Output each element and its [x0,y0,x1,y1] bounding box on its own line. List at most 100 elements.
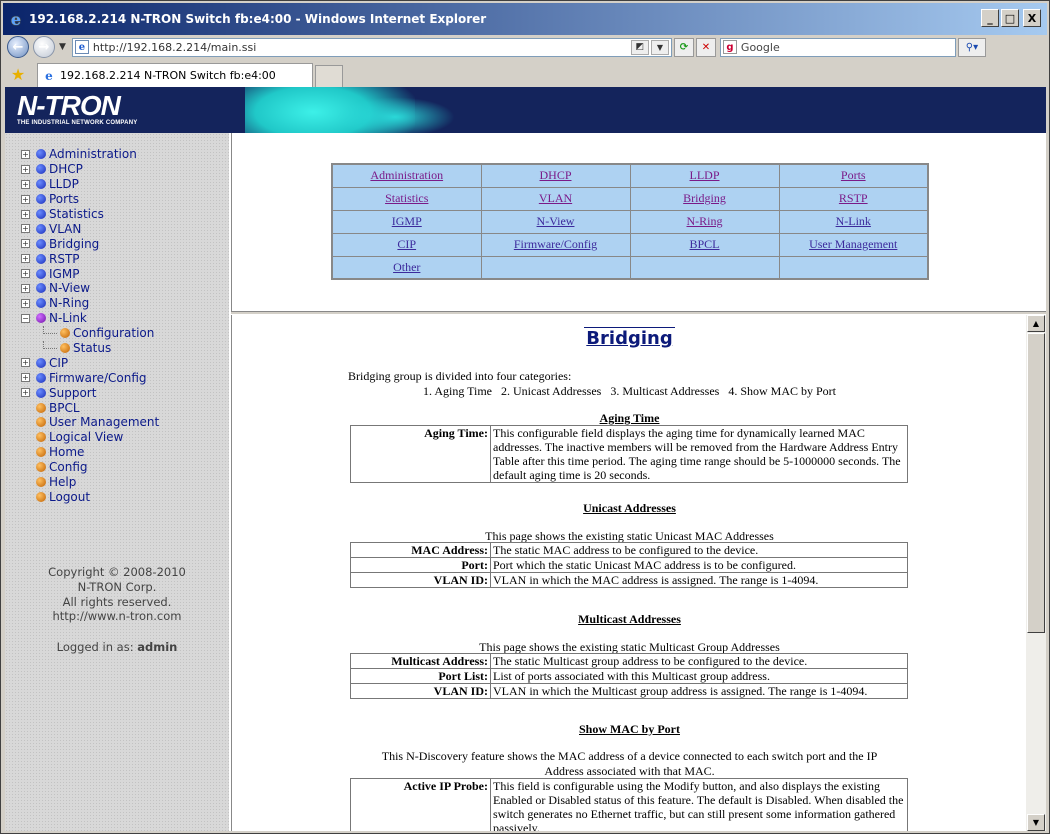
sidebar-item-help[interactable]: Help [21,475,159,490]
sidebar-item-label: Configuration [73,326,155,341]
expand-icon[interactable]: + [21,269,30,279]
nav-link-rstp[interactable]: RSTP [839,191,868,205]
sidebar-item-n-view[interactable]: + N-View [21,281,159,296]
sidebar-item-user-management[interactable]: User Management [21,415,159,430]
expand-icon[interactable]: + [21,224,30,234]
page-icon: e [74,40,89,54]
purple-bullet-icon [36,313,46,324]
back-button[interactable]: ← [7,36,29,58]
expand-icon[interactable]: + [21,298,30,308]
sidebar-item-label: RSTP [49,251,80,266]
maximize-button[interactable]: □ [1001,9,1019,27]
expand-icon[interactable]: + [21,239,30,249]
vertical-scrollbar[interactable]: ▲ ▼ [1026,315,1046,831]
expand-icon[interactable]: + [21,194,30,204]
nav-link-n-ring[interactable]: N-Ring [687,214,723,228]
categories-text: 1. Aging Time 2. Unicast Addresses 3. Mu… [422,384,836,398]
blue-bullet-icon [36,387,46,398]
banner-graphic-2 [335,97,455,133]
scroll-down-button[interactable]: ▼ [1027,814,1045,831]
unicast-heading: Unicast Addresses [583,501,676,515]
scroll-up-button[interactable]: ▲ [1027,315,1045,332]
compatibility-icon[interactable]: ◩ [630,39,649,55]
forward-button[interactable]: → [33,36,55,58]
nav-link-bridging[interactable]: Bridging [683,191,726,205]
expand-icon[interactable]: + [21,209,30,219]
search-input[interactable]: g Google [719,37,956,57]
nav-link-igmp[interactable]: IGMP [392,214,422,228]
sidebar-item-igmp[interactable]: + IGMP [21,266,159,281]
nav-link-statistics[interactable]: Statistics [385,191,428,205]
sidebar-item-ports[interactable]: + Ports [21,192,159,207]
sidebar-item-n-ring[interactable]: + N-Ring [21,296,159,311]
sidebar-item-vlan[interactable]: + VLAN [21,221,159,236]
minimize-button[interactable]: _ [981,9,999,27]
nav-cell: BPCL [629,232,780,257]
forward-arrow-icon: → [38,39,50,55]
sidebar-item-bpcl[interactable]: BPCL [21,400,159,415]
showmac-heading: Show MAC by Port [579,722,680,736]
sidebar-item-administration[interactable]: + Administration [21,147,159,162]
nav-link-cip[interactable]: CIP [397,237,416,251]
sidebar-item-logout[interactable]: Logout [21,489,159,504]
page-title: Bridging [584,327,675,349]
tab-label: 192.168.2.214 N-TRON Switch fb:e4:00 [60,69,276,82]
sidebar-item-cip[interactable]: + CIP [21,355,159,370]
expand-icon[interactable]: + [21,388,30,398]
close-button[interactable]: X [1023,9,1041,27]
sidebar-item-statistics[interactable]: + Statistics [21,207,159,222]
sidebar-item-dhcp[interactable]: + DHCP [21,162,159,177]
sidebar-item-logical-view[interactable]: Logical View [21,430,159,445]
sidebar-item-lldp[interactable]: + LLDP [21,177,159,192]
nav-link-ports[interactable]: Ports [841,168,866,182]
collapse-icon[interactable]: − [21,313,30,323]
address-dropdown-icon[interactable]: ▼ [650,39,669,55]
browser-tab[interactable]: e 192.168.2.214 N-TRON Switch fb:e4:00 [37,63,313,87]
stop-button[interactable]: ✕ [695,37,716,57]
nav-link-bpcl[interactable]: BPCL [689,237,719,251]
expand-icon[interactable]: + [21,254,30,264]
search-button[interactable]: ⚲▾ [957,37,986,57]
expand-icon[interactable]: + [21,149,30,159]
nav-link-n-link[interactable]: N-Link [836,214,871,228]
sidebar-item-firmware-config[interactable]: + Firmware/Config [21,370,159,385]
expand-icon[interactable]: + [21,164,30,174]
expand-icon[interactable]: + [21,373,30,383]
refresh-button[interactable]: ⟳ [673,37,694,57]
sidebar-item-home[interactable]: Home [21,445,159,460]
expand-icon[interactable]: + [21,283,30,293]
sidebar-item-support[interactable]: + Support [21,385,159,400]
nav-cell: LLDP [629,163,780,188]
sidebar-item-bridging[interactable]: + Bridging [21,236,159,251]
sidebar-item-config[interactable]: Config [21,460,159,475]
nav-link-vlan[interactable]: VLAN [539,191,572,205]
back-arrow-icon: ← [12,39,24,55]
favorites-star-icon[interactable]: ★ [3,65,33,84]
nav-link-administration[interactable]: Administration [370,168,443,182]
nav-link-other[interactable]: Other [393,260,420,274]
sidebar-item-n-link[interactable]: − N-Link [21,311,159,326]
new-tab-button[interactable] [315,65,343,87]
sidebar-item-status[interactable]: Status [21,341,159,356]
nav-link-n-view[interactable]: N-View [537,214,575,228]
copyright-url: http://www.n-tron.com [52,609,182,624]
expand-icon[interactable]: + [21,179,30,189]
sidebar-item-label: CIP [49,355,69,370]
expand-icon[interactable]: + [21,358,30,368]
nav-cell: N-Ring [629,209,780,234]
address-field[interactable]: e http://192.168.2.214/main.ssi ◩ ▼ [71,37,672,57]
sidebar-item-rstp[interactable]: + RSTP [21,251,159,266]
definition-value: This field is configurable using the Mod… [490,778,908,831]
nav-link-lldp[interactable]: LLDP [690,168,720,182]
sidebar-item-configuration[interactable]: Configuration [21,326,159,341]
nav-row: Other [331,255,929,280]
scroll-thumb[interactable] [1027,333,1045,633]
nav-link-dhcp[interactable]: DHCP [539,168,571,182]
nav-row: Statistics VLAN Bridging RSTP [331,186,929,211]
definition-key: MAC Address: [350,542,491,558]
blue-bullet-icon [36,283,46,294]
nav-link-firmware-config[interactable]: Firmware/Config [514,237,597,251]
nav-link-user-management[interactable]: User Management [809,237,897,251]
history-dropdown-icon[interactable]: ▼ [59,42,66,52]
